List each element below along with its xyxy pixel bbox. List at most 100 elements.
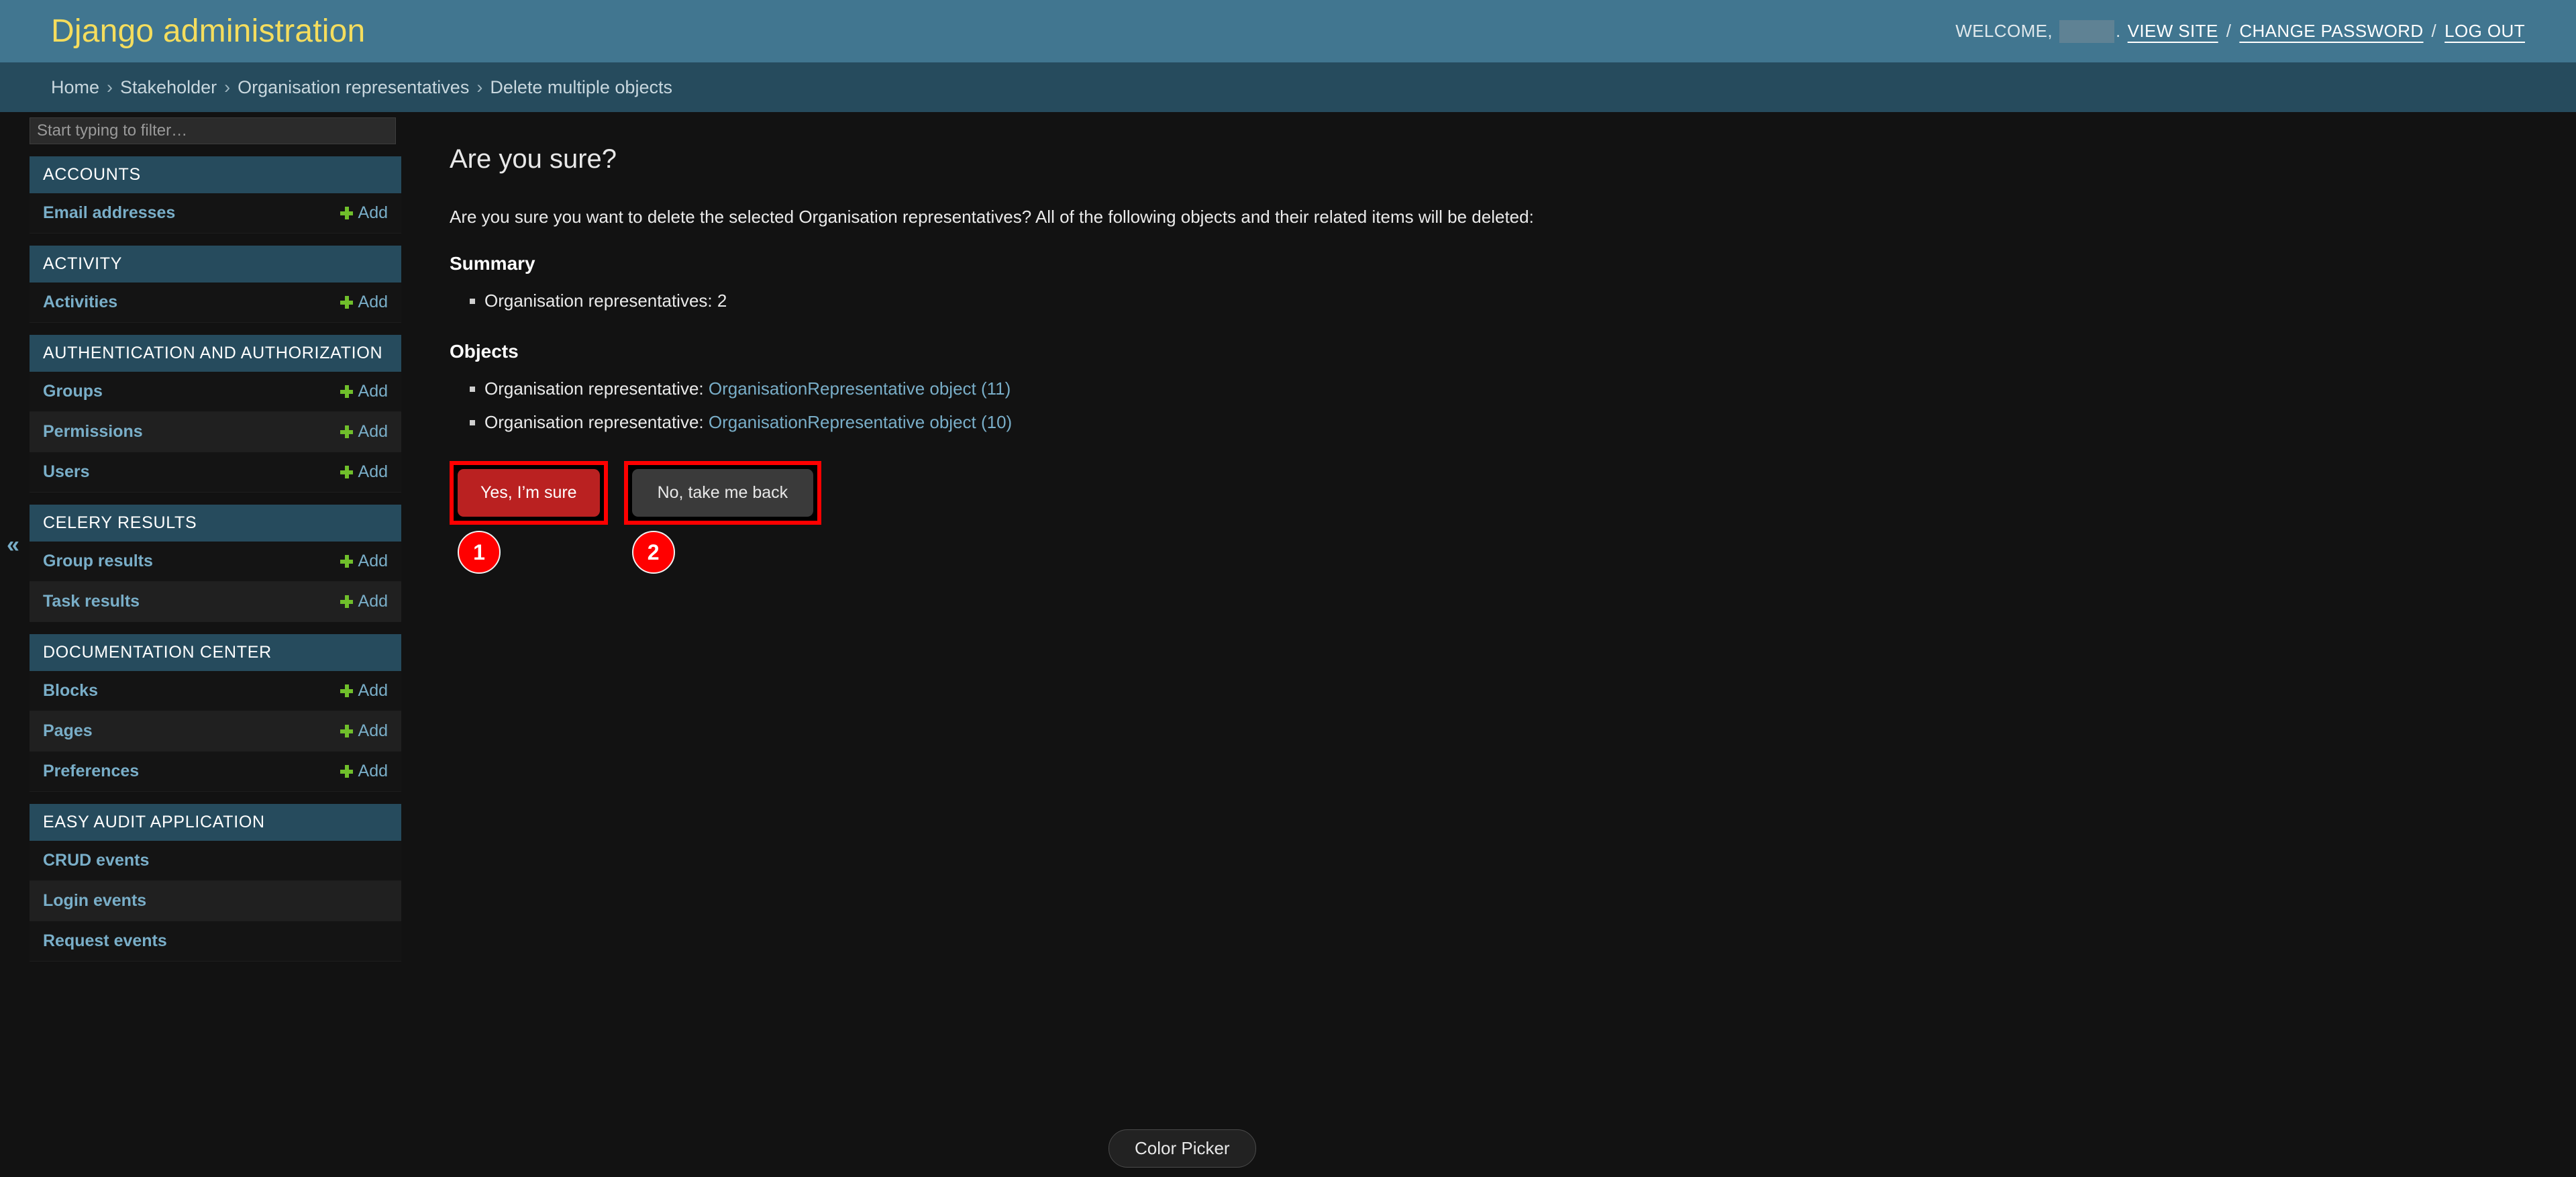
site-header: Django administration WELCOME, . VIEW SI… <box>0 0 2576 62</box>
sidebar-app-celery-results: CELERY RESULTS Group results Add Task resul… <box>0 505 401 622</box>
sidebar-item-label[interactable]: Blocks <box>43 681 98 701</box>
button-row: Yes, I’m sure 1 No, take me back 2 <box>450 461 2576 574</box>
sidebar-item-pages[interactable]: Pages Add <box>30 711 401 752</box>
annotation-badge-2: 2 <box>631 531 675 574</box>
sidebar-item-label[interactable]: Login events <box>43 891 146 911</box>
confirm-delete-button[interactable]: Yes, I’m sure <box>458 469 600 517</box>
add-label: Add <box>358 382 388 401</box>
sidebar-item-task-results[interactable]: Task results Add <box>30 582 401 622</box>
sidebar-app-caption: ACCOUNTS <box>30 156 401 193</box>
sidebar-item-request-events[interactable]: Request events <box>30 921 401 962</box>
add-label: Add <box>358 293 388 311</box>
sidebar-item-label[interactable]: Group results <box>43 552 153 571</box>
add-link-blocks[interactable]: Add <box>340 681 388 701</box>
object-item-link[interactable]: OrganisationRepresentative object (11) <box>709 378 1011 399</box>
plus-icon <box>340 595 353 608</box>
confirm-annotation-wrap: Yes, I’m sure 1 <box>450 461 608 574</box>
breadcrumb-item-1[interactable]: Home <box>51 77 99 98</box>
sidebar-item-label[interactable]: Pages <box>43 721 93 741</box>
add-link-activities[interactable]: Add <box>340 293 388 312</box>
delete-intro-text: Are you sure you want to delete the sele… <box>450 207 1534 227</box>
sidebar-collapse-icon[interactable]: « <box>7 533 19 556</box>
object-item: Organisation representative: Organisatio… <box>470 412 2576 433</box>
add-label: Add <box>358 721 388 740</box>
plus-icon <box>340 207 353 219</box>
change-password-link[interactable]: CHANGE PASSWORD <box>2239 21 2423 42</box>
add-link-group-results[interactable]: Add <box>340 552 388 571</box>
summary-list: Organisation representatives: 2 <box>450 291 2576 311</box>
breadcrumb-item-4: Delete multiple objects <box>490 76 672 97</box>
sidebar-item-label[interactable]: Preferences <box>43 762 139 781</box>
add-link-email-addresses[interactable]: Add <box>340 203 388 223</box>
plus-icon <box>340 725 353 737</box>
add-link-task-results[interactable]: Add <box>340 592 388 611</box>
sidebar-app-list: ACCOUNTS Email addresses Add ACTIVITY Activi… <box>0 156 401 962</box>
confirm-annotation-box: Yes, I’m sure <box>450 461 608 525</box>
breadcrumb-item-2[interactable]: Stakeholder <box>120 77 217 98</box>
sidebar-app-caption: CELERY RESULTS <box>30 505 401 542</box>
breadcrumb-item-3[interactable]: Organisation representatives <box>238 77 469 98</box>
sidebar-item-label[interactable]: Groups <box>43 382 103 401</box>
sidebar-item-label[interactable]: Permissions <box>43 422 143 442</box>
sidebar-item-label[interactable]: Activities <box>43 293 117 312</box>
sidebar-app-caption: ACTIVITY <box>30 246 401 283</box>
sidebar-app-caption: DOCUMENTATION CENTER <box>30 634 401 671</box>
sidebar-item-blocks[interactable]: Blocks Add <box>30 671 401 711</box>
add-label: Add <box>358 681 388 700</box>
object-item-link[interactable]: OrganisationRepresentative object (10) <box>709 412 1012 432</box>
sidebar-item-label[interactable]: Task results <box>43 592 140 611</box>
sidebar-app-authentication-and-authorization: AUTHENTICATION AND AUTHORIZATION Groups Ad… <box>0 335 401 493</box>
color-picker-button[interactable]: Color Picker <box>1109 1129 1256 1168</box>
main-content: Are you sure? Are you sure you want to d… <box>401 112 2576 1177</box>
add-link-permissions[interactable]: Add <box>340 422 388 442</box>
sidebar-item-login-events[interactable]: Login events <box>30 881 401 921</box>
sidebar-item-preferences[interactable]: Preferences Add <box>30 752 401 792</box>
add-label: Add <box>358 592 388 611</box>
add-label: Add <box>358 422 388 441</box>
breadcrumb: Home › Stakeholder › Organisation representa… <box>0 62 2576 112</box>
sidebar-app-accounts: ACCOUNTS Email addresses Add <box>0 156 401 234</box>
sidebar-item-email-addresses[interactable]: Email addresses Add <box>30 193 401 234</box>
object-item-prefix: Organisation representative: <box>484 412 709 432</box>
sidebar-item-label[interactable]: Email addresses <box>43 203 175 223</box>
sidebar-item-users[interactable]: Users Add <box>30 452 401 493</box>
objects-heading: Objects <box>450 341 519 362</box>
user-tools-separator-1: / <box>2226 21 2232 41</box>
breadcrumb-separator: › <box>224 76 231 97</box>
add-link-pages[interactable]: Add <box>340 721 388 741</box>
breadcrumb-separator: › <box>107 76 113 97</box>
objects-list: Organisation representative: Organisatio… <box>450 378 2576 433</box>
log-out-link[interactable]: LOG OUT <box>2444 21 2525 42</box>
add-link-preferences[interactable]: Add <box>340 762 388 781</box>
sidebar-filter-input[interactable] <box>30 117 396 144</box>
add-link-users[interactable]: Add <box>340 462 388 482</box>
add-label: Add <box>358 762 388 780</box>
cancel-button[interactable]: No, take me back <box>631 469 814 517</box>
sidebar-item-activities[interactable]: Activities Add <box>30 283 401 323</box>
site-title: Django administration <box>51 13 366 49</box>
add-label: Add <box>358 462 388 481</box>
add-label: Add <box>358 203 388 222</box>
plus-icon <box>340 684 353 697</box>
sidebar-app-caption: EASY AUDIT APPLICATION <box>30 804 401 841</box>
view-site-link[interactable]: VIEW SITE <box>2128 21 2218 42</box>
sidebar-item-label[interactable]: Request events <box>43 931 167 951</box>
object-item: Organisation representative: Organisatio… <box>470 378 2576 399</box>
sidebar-item-permissions[interactable]: Permissions Add <box>30 412 401 452</box>
welcome-label: WELCOME, <box>1955 21 2053 41</box>
username-redacted <box>2059 19 2115 43</box>
user-tools-separator-2: / <box>2431 21 2437 41</box>
nav-filter-wrapper <box>0 117 401 144</box>
user-tools: WELCOME, . VIEW SITE / CHANGE PASSWORD /… <box>1955 19 2525 43</box>
sidebar-item-group-results[interactable]: Group results Add <box>30 542 401 582</box>
sidebar-item-label[interactable]: CRUD events <box>43 851 149 870</box>
object-item-prefix: Organisation representative: <box>484 378 709 399</box>
sidebar-app-easy-audit-application: EASY AUDIT APPLICATION CRUD events Login e… <box>0 804 401 962</box>
breadcrumb-separator: › <box>476 76 483 97</box>
sidebar-item-crud-events[interactable]: CRUD events <box>30 841 401 881</box>
sidebar-item-label[interactable]: Users <box>43 462 90 482</box>
sidebar-item-groups[interactable]: Groups Add <box>30 372 401 412</box>
plus-icon <box>340 296 353 309</box>
add-link-groups[interactable]: Add <box>340 382 388 401</box>
plus-icon <box>340 466 353 478</box>
